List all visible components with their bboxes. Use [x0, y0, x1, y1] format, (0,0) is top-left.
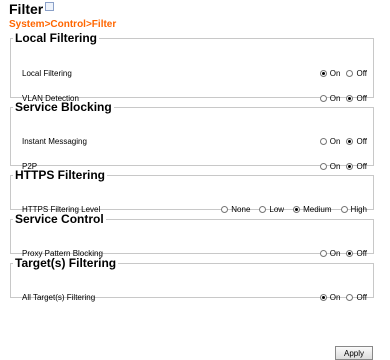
service-control-section: Service Control Proxy Pattern Blocking O…	[10, 212, 374, 258]
radio-label: Off	[356, 292, 367, 302]
radio-label: On	[329, 136, 341, 146]
page-title: Filter	[9, 1, 55, 17]
targets-filtering-section: Target(s) Filtering All Target(s) Filter…	[10, 256, 374, 302]
radio-label: On	[329, 292, 341, 302]
breadcrumb: System>Control>Filter	[9, 19, 117, 30]
radio-group: On Off	[314, 137, 367, 146]
radio-button-icon[interactable]	[346, 293, 354, 301]
setting-row-all-targets-filtering: All Target(s) Filtering On Off	[11, 289, 373, 305]
radio-button-icon[interactable]	[346, 137, 354, 145]
section-title: Service Blocking	[15, 100, 112, 114]
radio-off[interactable]: Off	[346, 137, 367, 146]
setting-label: Local Filtering	[22, 68, 72, 78]
setting-label: Instant Messaging	[22, 136, 87, 146]
radio-label: Off	[356, 68, 367, 78]
radio-label: On	[329, 68, 341, 78]
radio-label: Off	[356, 136, 367, 146]
local-filtering-section: Local Filtering Local Filtering On Off VL…	[10, 31, 374, 103]
apply-button[interactable]: Apply	[335, 346, 373, 360]
https-filtering-section: HTTPS Filtering HTTPS Filtering Level No…	[10, 168, 374, 214]
section-title: HTTPS Filtering	[15, 168, 105, 182]
radio-button-icon[interactable]	[319, 69, 327, 77]
setting-row-local-filtering: Local Filtering On Off	[11, 65, 373, 81]
radio-group: On Off	[314, 293, 367, 302]
page-title-text: Filter	[9, 1, 44, 17]
radio-group: On Off	[314, 69, 367, 78]
radio-button-icon[interactable]	[346, 69, 354, 77]
radio-on[interactable]: On	[319, 136, 341, 146]
section-title: Local Filtering	[15, 31, 98, 45]
setting-label: All Target(s) Filtering	[22, 292, 96, 302]
radio-off[interactable]: Off	[346, 69, 367, 78]
help-icon[interactable]	[45, 1, 55, 11]
radio-off[interactable]: Off	[346, 293, 367, 302]
radio-on[interactable]: On	[319, 68, 341, 78]
radio-button-icon[interactable]	[319, 293, 327, 301]
section-title: Target(s) Filtering	[15, 256, 117, 270]
radio-button-icon[interactable]	[319, 137, 327, 145]
radio-on[interactable]: On	[319, 292, 341, 302]
setting-row-instant-messaging: Instant Messaging On Off	[11, 133, 373, 149]
section-title: Service Control	[15, 212, 104, 226]
service-blocking-section: Service Blocking Instant Messaging On Off…	[10, 100, 374, 171]
